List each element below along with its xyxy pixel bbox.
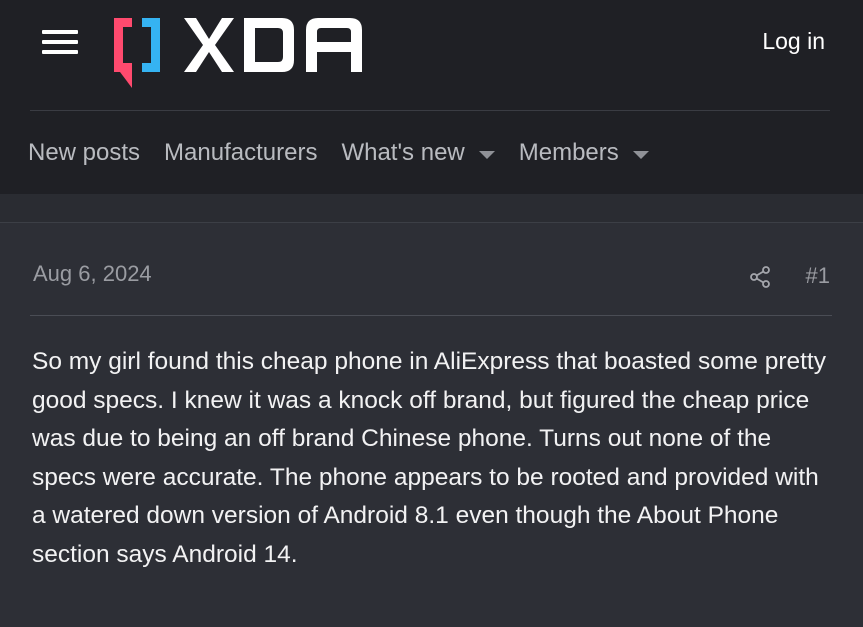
nav-item-label: What's new (341, 139, 465, 166)
nav-item-label: New posts (28, 139, 141, 166)
share-icon[interactable] (748, 265, 772, 289)
post-date[interactable]: Aug 6, 2024 (33, 261, 152, 287)
xda-logo[interactable] (110, 12, 366, 90)
sub-header-strip (0, 194, 863, 223)
post-number-link[interactable]: #1 (806, 263, 830, 289)
chevron-down-icon[interactable] (632, 150, 649, 159)
main-nav: New posts Manufacturers What's new Membe… (28, 136, 673, 170)
chevron-down-icon[interactable] (478, 150, 495, 159)
nav-item-new-posts[interactable]: New posts (28, 139, 140, 167)
nav-item-whats-new[interactable]: What's new (341, 139, 495, 167)
site-header: Log in New posts Manufacturers What's ne… (0, 0, 863, 194)
post-divider (30, 315, 832, 316)
login-link[interactable]: Log in (762, 28, 825, 55)
nav-item-manufacturers[interactable]: Manufacturers (164, 139, 317, 167)
header-divider (30, 110, 830, 111)
hamburger-menu-icon[interactable] (42, 30, 78, 54)
nav-item-label: Manufacturers (164, 139, 318, 166)
post-body-text: So my girl found this cheap phone in Ali… (32, 348, 826, 568)
nav-item-label: Members (518, 139, 619, 166)
forum-post: Aug 6, 2024 #1 So my girl found this che… (0, 223, 863, 627)
nav-item-members[interactable]: Members (519, 139, 649, 167)
